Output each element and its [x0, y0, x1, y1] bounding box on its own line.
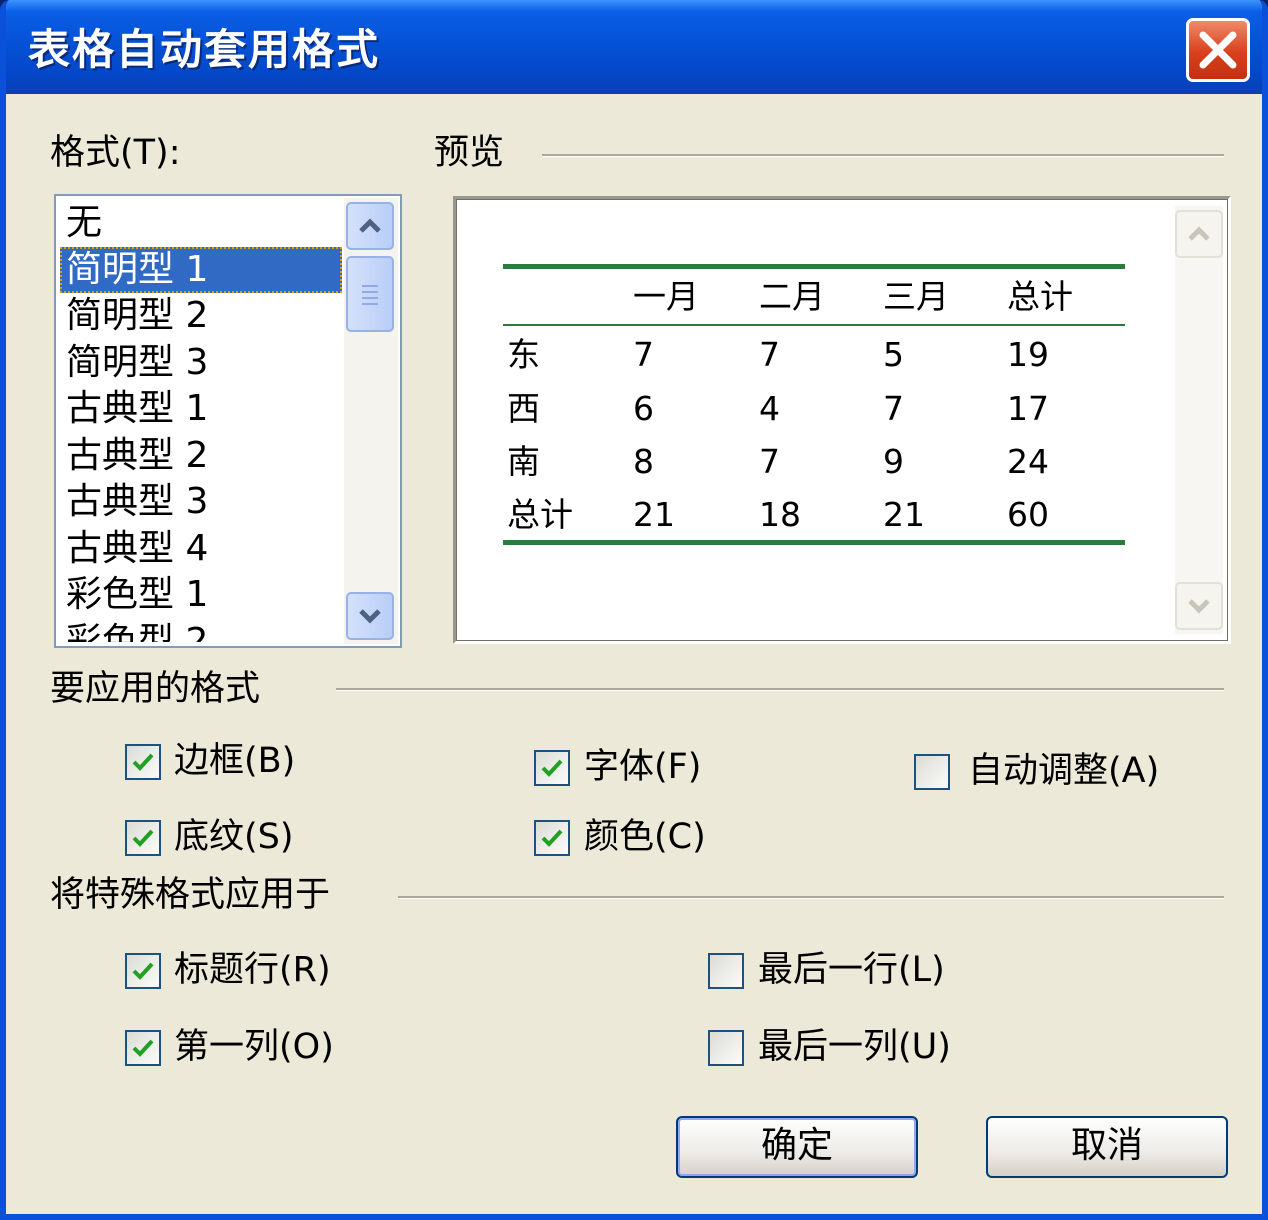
check-icon: [132, 1039, 154, 1057]
shading-checkbox[interactable]: [125, 820, 161, 856]
apply-formats-label: 要应用的格式: [50, 669, 261, 709]
preview-inner: 一月 二月 三月 总计 东 7 7 5 19 西 6 4 7 17 南 8 7 …: [456, 199, 1228, 641]
check-icon: [132, 962, 154, 980]
preview-col-header: 总计: [1007, 277, 1073, 316]
preview-cell: 7: [883, 389, 904, 428]
preview-cell: 5: [883, 335, 904, 374]
close-icon: [1199, 31, 1237, 69]
auto-format-dialog: 表格自动套用格式 格式(T): 无 简明型 1 简明型 2 简明型 3 古典型 …: [0, 0, 1268, 1220]
list-item[interactable]: 古典型 1: [60, 386, 342, 433]
autofit-checkbox[interactable]: [914, 754, 950, 790]
preview-cell: 7: [759, 442, 780, 481]
font-checkbox[interactable]: [534, 750, 570, 786]
cancel-button[interactable]: 取消: [986, 1116, 1228, 1178]
preview-pane: 一月 二月 三月 总计 东 7 7 5 19 西 6 4 7 17 南 8 7 …: [453, 196, 1231, 644]
preview-cell: 17: [1007, 389, 1049, 428]
list-item[interactable]: 简明型 3: [60, 340, 342, 387]
preview-col-header: 三月: [883, 277, 949, 316]
preview-cell: 9: [883, 442, 904, 481]
check-icon: [132, 829, 154, 847]
borders-checkbox[interactable]: [125, 744, 161, 780]
preview-col-header: 一月: [633, 277, 699, 316]
preview-row-header: 西: [507, 389, 540, 428]
chevron-down-icon: [359, 609, 381, 624]
check-icon: [541, 759, 563, 777]
preview-cell: 7: [633, 335, 654, 374]
chevron-up-icon: [359, 218, 381, 233]
preview-cell: 8: [633, 442, 654, 481]
preview-bottom-rule: [503, 540, 1125, 545]
preview-scroll-down-button: [1175, 582, 1223, 630]
preview-label: 预览: [434, 133, 505, 173]
special-formats-label: 将特殊格式应用于: [50, 875, 331, 915]
chevron-down-icon: [1188, 599, 1210, 614]
list-item[interactable]: 彩色型 1: [60, 572, 342, 619]
first-column-label[interactable]: 第一列(O): [174, 1030, 334, 1065]
ok-button[interactable]: 确定: [676, 1116, 918, 1178]
grip-icon: [362, 285, 378, 305]
preview-cell: 18: [759, 495, 801, 534]
window-title: 表格自动套用格式: [28, 25, 381, 74]
preview-scroll-up-button: [1175, 210, 1223, 258]
format-list-scrollbar[interactable]: [344, 198, 398, 644]
last-column-checkbox[interactable]: [708, 1030, 744, 1066]
last-row-label[interactable]: 最后一行(L): [758, 953, 945, 988]
preview-col-header: 二月: [759, 277, 825, 316]
title-bar[interactable]: 表格自动套用格式: [6, 0, 1262, 94]
font-label[interactable]: 字体(F): [584, 750, 701, 785]
preview-cell: 60: [1007, 495, 1049, 534]
preview-cell: 7: [759, 335, 780, 374]
autofit-label[interactable]: 自动调整(A): [968, 754, 1159, 789]
preview-cell: 24: [1007, 442, 1049, 481]
list-item[interactable]: 古典型 4: [60, 526, 342, 573]
close-button[interactable]: [1186, 18, 1250, 82]
list-item[interactable]: 无: [60, 200, 342, 247]
preview-row-header: 东: [507, 335, 540, 374]
heading-rows-label[interactable]: 标题行(R): [174, 953, 331, 988]
borders-label[interactable]: 边框(B): [174, 744, 295, 779]
color-label[interactable]: 颜色(C): [584, 820, 706, 855]
chevron-up-icon: [1188, 226, 1210, 241]
shading-label[interactable]: 底纹(S): [174, 820, 294, 855]
preview-cell: 19: [1007, 335, 1049, 374]
list-item[interactable]: 彩色型 2: [60, 619, 342, 643]
check-icon: [132, 753, 154, 771]
scroll-thumb[interactable]: [346, 256, 394, 332]
check-icon: [541, 829, 563, 847]
last-column-label[interactable]: 最后一列(U): [758, 1030, 951, 1065]
list-item[interactable]: 古典型 3: [60, 479, 342, 526]
scroll-up-button[interactable]: [346, 202, 394, 250]
preview-cell: 21: [883, 495, 925, 534]
scroll-down-button[interactable]: [346, 592, 394, 640]
list-item[interactable]: 古典型 2: [60, 433, 342, 480]
preview-row-header: 总计: [507, 495, 573, 534]
heading-rows-checkbox[interactable]: [125, 953, 161, 989]
format-list-label: 格式(T):: [50, 133, 181, 173]
preview-cell: 4: [759, 389, 780, 428]
preview-header-rule: [503, 324, 1125, 326]
list-item-selected[interactable]: 简明型 1: [60, 246, 342, 293]
color-checkbox[interactable]: [534, 820, 570, 856]
preview-cell: 6: [633, 389, 654, 428]
list-item[interactable]: 简明型 2: [60, 293, 342, 340]
preview-divider: [542, 154, 1224, 157]
last-row-checkbox[interactable]: [708, 953, 744, 989]
preview-scrollbar: [1175, 206, 1223, 634]
format-listbox[interactable]: 无 简明型 1 简明型 2 简明型 3 古典型 1 古典型 2 古典型 3 古典…: [54, 194, 402, 648]
preview-cell: 21: [633, 495, 675, 534]
first-column-checkbox[interactable]: [125, 1030, 161, 1066]
preview-top-rule: [503, 264, 1125, 269]
preview-row-header: 南: [507, 442, 540, 481]
apply-formats-divider: [336, 688, 1224, 691]
format-list-items: 无 简明型 1 简明型 2 简明型 3 古典型 1 古典型 2 古典型 3 古典…: [60, 200, 342, 642]
special-formats-divider: [398, 896, 1224, 899]
